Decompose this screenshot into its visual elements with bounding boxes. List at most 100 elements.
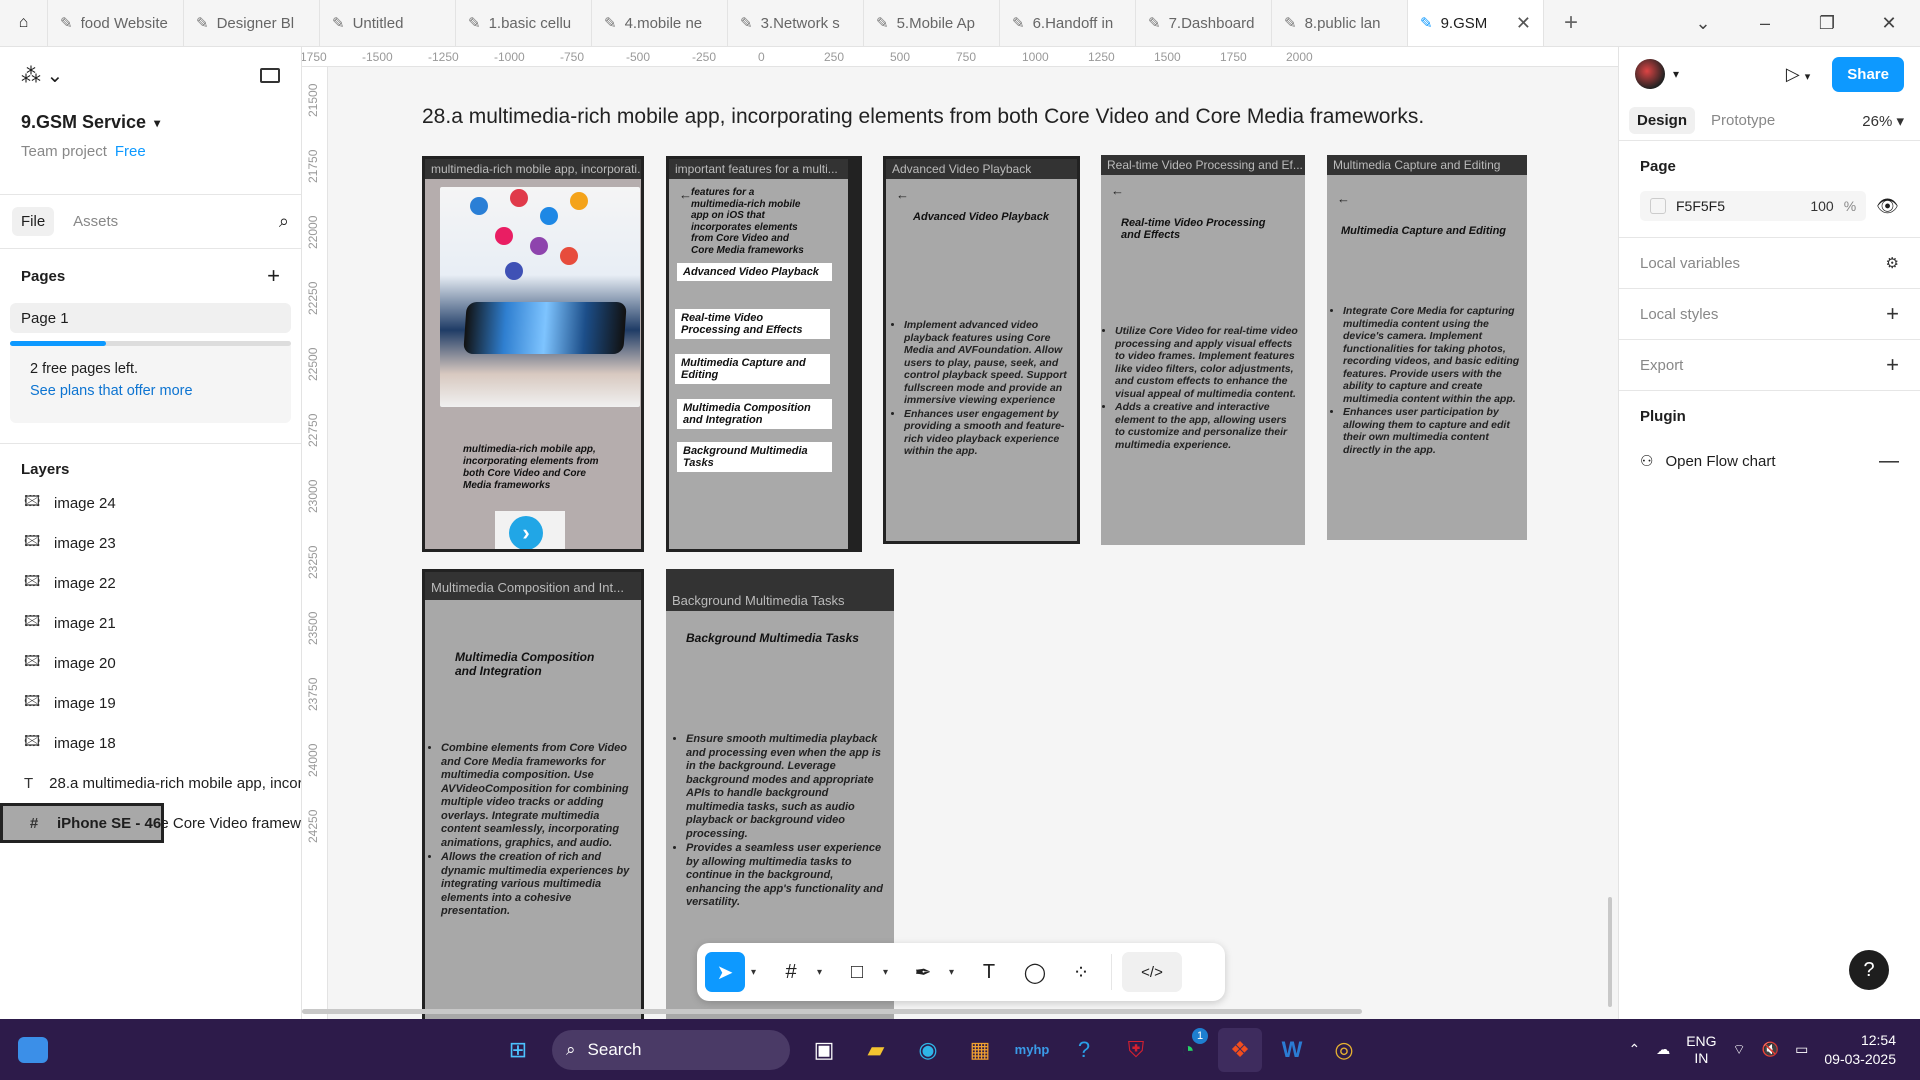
myhp-icon[interactable]: myhp: [1010, 1028, 1054, 1072]
present-button[interactable]: ▷ ▾: [1786, 64, 1810, 85]
iphone-frame-1[interactable]: multimedia-rich mobile app, incorporati.…: [422, 156, 644, 552]
feature-button-2[interactable]: Real-time Video Processing and Effects: [675, 309, 830, 339]
vertical-scrollbar[interactable]: [1608, 897, 1612, 1007]
chevron-down-icon[interactable]: ▾: [751, 967, 765, 978]
export-label[interactable]: Export: [1640, 357, 1683, 374]
pen-tool-button[interactable]: ✒: [903, 952, 943, 992]
variables-icon[interactable]: ⚙: [1886, 254, 1899, 272]
feature-button-3[interactable]: Multimedia Capture and Editing: [675, 354, 830, 384]
back-arrow-icon[interactable]: ←: [1337, 191, 1350, 206]
tab-file-4[interactable]: ✎ 1.basic cellu: [456, 0, 592, 46]
layer-item[interactable]: 🖾 image 21: [0, 603, 301, 643]
layer-item[interactable]: T 28.a multimedia-rich mobile app, incor: [0, 763, 301, 803]
widgets-icon[interactable]: [18, 1036, 48, 1063]
local-variables-label[interactable]: Local variables: [1640, 255, 1740, 272]
next-button[interactable]: ›: [495, 511, 565, 549]
tab-file-10[interactable]: ✎ 8.public lan: [1272, 0, 1408, 46]
text-tool-button[interactable]: T: [969, 952, 1009, 992]
layer-item[interactable]: 🖾 image 24: [0, 483, 301, 523]
help-app-icon[interactable]: ?: [1062, 1028, 1106, 1072]
tab-file-1[interactable]: ✎ food Website: [48, 0, 184, 46]
tab-file-5[interactable]: ✎ 4.mobile ne: [592, 0, 728, 46]
plugin-item[interactable]: ⚇ Open Flow chart —: [1640, 441, 1899, 481]
layer-item[interactable]: 🖾 image 20: [0, 643, 301, 683]
clock[interactable]: 12:54 09-03-2025: [1824, 1031, 1896, 1069]
start-icon[interactable]: ⊞: [496, 1028, 540, 1072]
add-page-icon[interactable]: +: [267, 263, 280, 289]
page-color-field[interactable]: F5F5F5 100 %: [1640, 191, 1867, 221]
close-tab-icon[interactable]: ✕: [1516, 13, 1531, 34]
language-indicator[interactable]: ENG IN: [1686, 1033, 1716, 1067]
remove-plugin-icon[interactable]: —: [1879, 450, 1899, 473]
horizontal-scrollbar[interactable]: [302, 1009, 1362, 1014]
chevron-down-icon[interactable]: ▾: [883, 967, 897, 978]
feature-button-1[interactable]: Advanced Video Playback: [677, 263, 832, 281]
maximize-button[interactable]: ❐: [1796, 0, 1858, 46]
move-tool-button[interactable]: ➤: [705, 952, 745, 992]
taskbar-search[interactable]: ⌕ Search: [552, 1029, 790, 1070]
comment-tool-button[interactable]: ◯: [1015, 952, 1055, 992]
add-export-icon[interactable]: +: [1886, 352, 1899, 378]
mcafee-icon[interactable]: ⛨: [1114, 1028, 1158, 1072]
iphone-frame-2[interactable]: important features for a multi... ← feat…: [666, 156, 862, 552]
chevron-down-icon[interactable]: ▾: [949, 967, 963, 978]
iphone-frame-6[interactable]: Multimedia Composition and Int... Multim…: [422, 569, 644, 1019]
tab-file-3[interactable]: ✎ Untitled: [320, 0, 456, 46]
see-plans-link[interactable]: See plans that offer more: [30, 383, 271, 399]
volume-muted-icon[interactable]: 🔇: [1762, 1041, 1779, 1058]
home-button[interactable]: ⌂: [0, 0, 48, 46]
battery-icon[interactable]: ▭: [1795, 1041, 1808, 1058]
share-button[interactable]: Share: [1832, 56, 1904, 92]
tab-file-2[interactable]: ✎ Designer Bl: [184, 0, 320, 46]
tab-assets[interactable]: Assets: [64, 207, 127, 236]
task-view-icon[interactable]: ▣: [802, 1028, 846, 1072]
plan-badge[interactable]: Free: [115, 143, 146, 160]
page-color-value[interactable]: F5F5F5: [1676, 198, 1725, 214]
project-name[interactable]: 9.GSM Service ▾: [21, 112, 280, 133]
minimize-button[interactable]: –: [1734, 0, 1796, 46]
zoom-level[interactable]: 26% ▾: [1862, 112, 1904, 130]
eye-icon[interactable]: 👁: [1876, 196, 1899, 217]
add-style-icon[interactable]: +: [1886, 301, 1899, 327]
local-styles-label[interactable]: Local styles: [1640, 306, 1718, 323]
help-button[interactable]: ?: [1849, 950, 1889, 990]
tab-file-7[interactable]: ✎ 5.Mobile Ap: [864, 0, 1000, 46]
feature-button-5[interactable]: Background Multimedia Tasks: [677, 442, 832, 472]
page-opacity-value[interactable]: 100: [1810, 198, 1833, 214]
tab-prototype[interactable]: Prototype: [1703, 107, 1783, 134]
edge-icon[interactable]: ◉: [906, 1028, 950, 1072]
search-icon[interactable]: ⌕: [279, 211, 289, 232]
tab-file-8[interactable]: ✎ 6.Handoff in: [1000, 0, 1136, 46]
layer-item[interactable]: 🖾 image 18: [0, 723, 301, 763]
tab-design[interactable]: Design: [1629, 107, 1696, 134]
frame-tool-button[interactable]: #: [771, 952, 811, 992]
file-explorer-icon[interactable]: ▰: [854, 1028, 898, 1072]
feature-button-4[interactable]: Multimedia Composition and Integration: [677, 399, 832, 429]
canvas-headline[interactable]: 28.a multimedia-rich mobile app, incorpo…: [422, 105, 1424, 129]
figma-menu-icon[interactable]: ⁂ ⌄: [21, 63, 63, 88]
actions-button[interactable]: ⁘: [1061, 952, 1101, 992]
shape-tool-button[interactable]: □: [837, 952, 877, 992]
layer-item[interactable]: 🖾 image 23: [0, 523, 301, 563]
word-icon[interactable]: W: [1270, 1028, 1314, 1072]
layer-item[interactable]: 🖾 image 19: [0, 683, 301, 723]
chevron-down-icon[interactable]: ▾: [1673, 67, 1679, 81]
layer-item[interactable]: # iPhone SE - 46: [0, 803, 165, 843]
iphone-frame-4[interactable]: Real-time Video Processing and Ef... ← R…: [1101, 155, 1305, 545]
layer-item[interactable]: 🖾 image 22: [0, 563, 301, 603]
iphone-frame-3[interactable]: Advanced Video Playback ← Advanced Video…: [883, 156, 1080, 544]
figma-app-icon[interactable]: ❖: [1218, 1027, 1262, 1072]
color-swatch[interactable]: [1650, 198, 1666, 214]
tab-file-9[interactable]: ✎ 7.Dashboard: [1136, 0, 1272, 46]
store-icon[interactable]: ▦: [958, 1028, 1002, 1072]
chrome-icon[interactable]: ◎: [1322, 1028, 1366, 1072]
sidebar-toggle-icon[interactable]: [260, 68, 280, 83]
avatar[interactable]: [1635, 59, 1665, 89]
tab-file[interactable]: File: [12, 207, 55, 236]
back-arrow-icon[interactable]: ←: [896, 187, 909, 202]
close-window-button[interactable]: ✕: [1858, 0, 1920, 46]
page-item-1[interactable]: Page 1: [10, 303, 291, 333]
chevron-down-icon[interactable]: ▾: [817, 967, 831, 978]
onedrive-icon[interactable]: ☁: [1656, 1041, 1670, 1058]
chevron-down-icon[interactable]: ⌄: [1672, 0, 1734, 46]
